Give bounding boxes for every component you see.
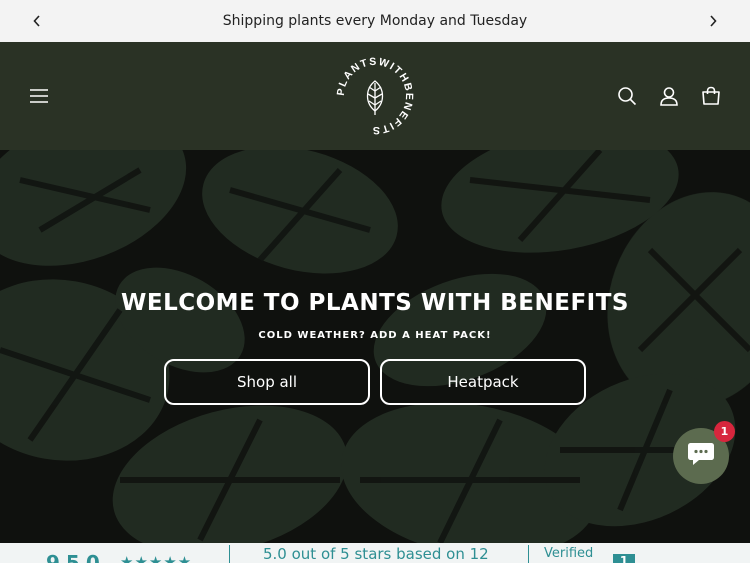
- divider: [229, 545, 230, 563]
- hero-title: WELCOME TO PLANTS WITH BENEFITS: [121, 290, 629, 316]
- reviews-bar[interactable]: 950 ★★★★★ 5.0 out of 5 stars based on 12…: [0, 543, 750, 563]
- chevron-right-icon[interactable]: [706, 14, 720, 28]
- menu-icon[interactable]: [28, 85, 50, 107]
- announcement-text: Shipping plants every Monday and Tuesday: [222, 13, 528, 29]
- review-brand-logo: 1: [613, 554, 635, 563]
- search-icon[interactable]: [616, 85, 638, 107]
- review-count: 950: [46, 551, 106, 563]
- chevron-left-icon[interactable]: [30, 14, 44, 28]
- hero-content: WELCOME TO PLANTS WITH BENEFITS COLD WEA…: [0, 290, 750, 405]
- site-header: PLANTSWITHBENEFITS: [0, 42, 750, 150]
- announcement-bar: Shipping plants every Monday and Tuesday: [0, 0, 750, 42]
- cart-icon[interactable]: [700, 85, 722, 107]
- shop-all-button[interactable]: Shop all: [164, 359, 370, 405]
- verified-label: Verified: [544, 546, 594, 561]
- chat-notification-badge: 1: [714, 421, 735, 442]
- account-icon[interactable]: [658, 85, 680, 107]
- review-summary: 5.0 out of 5 stars based on 12: [263, 545, 489, 563]
- chat-bubble-icon: [687, 441, 715, 471]
- hero-subtitle: COLD WEATHER? ADD A HEAT PACK!: [258, 330, 492, 341]
- rating-stars: ★★★★★: [120, 553, 193, 563]
- heatpack-button[interactable]: Heatpack: [380, 359, 586, 405]
- hero-buttons: Shop all Heatpack: [0, 359, 750, 405]
- hero-banner: WELCOME TO PLANTS WITH BENEFITS COLD WEA…: [0, 150, 750, 543]
- divider: [528, 545, 529, 563]
- brand-logo[interactable]: PLANTSWITHBENEFITS: [332, 53, 418, 139]
